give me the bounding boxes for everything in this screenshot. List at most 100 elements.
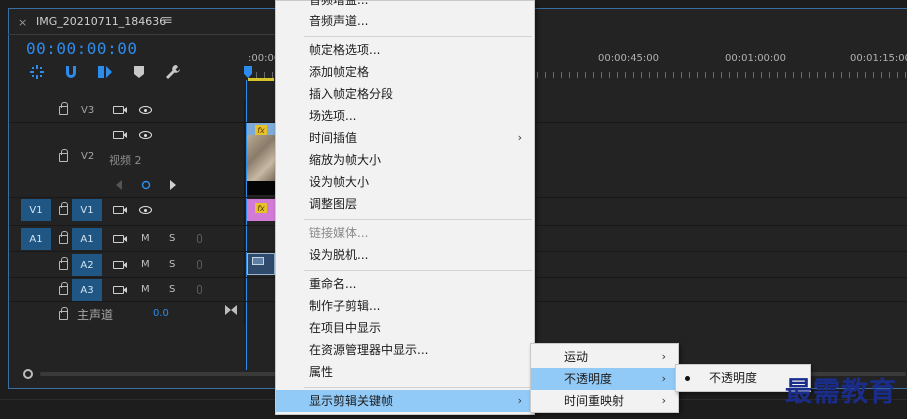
- track-target-a3[interactable]: A3: [72, 279, 102, 301]
- submenu-arrow-icon: ›: [661, 350, 666, 363]
- tab-divider: [8, 34, 275, 35]
- panel-menu-icon[interactable]: ≡: [162, 13, 173, 28]
- menu-item-scale-to-frame-size[interactable]: 缩放为帧大小: [276, 149, 534, 171]
- master-end-marker-icon: [225, 305, 237, 315]
- lock-track-a1-icon[interactable]: [59, 231, 68, 244]
- sync-lock-a3-icon[interactable]: [113, 286, 127, 294]
- track-target-v1[interactable]: V1: [72, 199, 102, 221]
- submenu-item-opacity[interactable]: 不透明度 ›: [531, 368, 678, 390]
- submenu-arrow-icon: ›: [661, 372, 666, 385]
- insert-sequence-nest-icon[interactable]: [28, 63, 46, 81]
- menu-item-set-to-frame-size[interactable]: 设为帧大小: [276, 171, 534, 193]
- menu-item-frame-hold-options[interactable]: 帧定格选项...: [276, 39, 534, 61]
- submenu-arrow-icon: ›: [661, 394, 666, 407]
- mute-a1-button[interactable]: M: [141, 233, 150, 244]
- sync-lock-v2-icon[interactable]: [113, 131, 127, 139]
- clip-context-menu: 音频增益... 音频声道... 帧定格选项... 添加帧定格 插入帧定格分段 场…: [275, 0, 535, 415]
- lock-master-icon[interactable]: [59, 307, 68, 320]
- ruler-label: 00:00:45:00: [598, 53, 660, 64]
- menu-item-adjustment-layer[interactable]: 调整图层: [276, 193, 534, 215]
- menu-item-link-media: 链接媒体...: [309, 226, 369, 240]
- menu-item-reveal-in-project[interactable]: 在项目中显示: [276, 317, 534, 339]
- solo-a2-button[interactable]: S: [169, 259, 175, 270]
- lock-track-v3-icon[interactable]: [59, 102, 68, 115]
- submenu-item-time-remapping[interactable]: 时间重映射 ›: [531, 390, 678, 412]
- v2-clip[interactable]: fx: [247, 123, 275, 195]
- lock-track-v1-icon[interactable]: [59, 202, 68, 215]
- mute-a3-button[interactable]: M: [141, 284, 150, 295]
- menu-separator: [304, 219, 532, 220]
- menu-item-make-offline[interactable]: 设为脱机...: [276, 244, 534, 266]
- v2-clip-thumbnail: [247, 135, 275, 181]
- master-volume-value[interactable]: 0.0: [153, 308, 169, 319]
- menu-item-field-options[interactable]: 场选项...: [276, 105, 534, 127]
- toggle-output-v1-eye-icon[interactable]: [139, 206, 152, 214]
- track-target-a1[interactable]: A1: [72, 228, 102, 250]
- lock-track-a3-icon[interactable]: [59, 282, 68, 295]
- sequence-tab-title[interactable]: IMG_20210711_184636: [36, 15, 166, 28]
- scrollbar-handle[interactable]: [23, 369, 33, 379]
- menu-item-insert-frame-hold-segment[interactable]: 插入帧定格分段: [276, 83, 534, 105]
- a2-clip[interactable]: [247, 253, 275, 275]
- menu-item-audio-channels[interactable]: 音频声道...: [276, 10, 534, 32]
- voice-over-a1-mic-icon[interactable]: [197, 234, 202, 243]
- solo-a1-button[interactable]: S: [169, 233, 175, 244]
- add-marker-icon[interactable]: [130, 63, 148, 81]
- menu-item-label: 运动: [564, 350, 589, 364]
- sync-lock-v1-icon[interactable]: [113, 206, 127, 214]
- previous-keyframe-icon[interactable]: [115, 180, 123, 190]
- work-area-bar[interactable]: [248, 78, 274, 81]
- toggle-output-v3-eye-icon[interactable]: [139, 106, 152, 114]
- menu-item-time-interpolation[interactable]: 时间插值 ›: [276, 127, 534, 149]
- next-keyframe-icon[interactable]: [169, 180, 177, 190]
- add-keyframe-icon[interactable]: [141, 180, 151, 190]
- menu-item-add-frame-hold[interactable]: 添加帧定格: [276, 61, 534, 83]
- header-edge: [244, 100, 245, 326]
- mute-a2-button[interactable]: M: [141, 259, 150, 270]
- menu-separator: [304, 36, 532, 37]
- lock-track-a2-icon[interactable]: [59, 257, 68, 270]
- menu-item-label: 时间重映射: [564, 394, 625, 408]
- source-patch-a1[interactable]: A1: [21, 228, 51, 250]
- time-ruler-ticks[interactable]: [537, 72, 907, 78]
- sync-lock-a1-icon[interactable]: [113, 235, 127, 243]
- ruler-label: 00:01:15:00: [850, 53, 907, 64]
- voice-over-a2-mic-icon[interactable]: [197, 260, 202, 269]
- fx-badge-v2: fx: [255, 125, 267, 135]
- v1-clip[interactable]: fx: [247, 199, 275, 221]
- menu-separator: [304, 270, 532, 271]
- close-tab-icon[interactable]: ×: [18, 16, 27, 29]
- submenu-item-motion[interactable]: 运动 ›: [531, 346, 678, 368]
- track-label-v2[interactable]: V2: [81, 151, 94, 162]
- source-patch-v1[interactable]: V1: [21, 199, 51, 221]
- menu-item-show-clip-keyframes[interactable]: 显示剪辑关键帧 ›: [276, 390, 534, 412]
- track-name-v2[interactable]: 视频 2: [109, 152, 142, 168]
- playhead-timecode[interactable]: 00:00:00:00: [26, 39, 137, 58]
- premiere-window: × IMG_20210711_184636 ≡ 00:00:00:00 :00:…: [0, 0, 907, 419]
- menu-item-reveal-in-explorer[interactable]: 在资源管理器中显示...: [276, 339, 534, 361]
- menu-item-rename[interactable]: 重命名...: [276, 273, 534, 295]
- menu-separator: [304, 387, 532, 388]
- menu-item-label: 时间插值: [309, 131, 358, 145]
- toggle-output-v2-eye-icon[interactable]: [139, 131, 152, 139]
- menu-item-label: 不透明度: [564, 372, 613, 386]
- watermark-logo: 最需教育: [785, 377, 897, 408]
- track-label-v3[interactable]: V3: [81, 105, 94, 116]
- timeline-settings-wrench-icon[interactable]: [164, 63, 182, 81]
- submenu-arrow-icon: ›: [517, 131, 522, 144]
- menu-item-label: 不透明度: [709, 371, 758, 385]
- menu-item-make-subclip[interactable]: 制作子剪辑...: [276, 295, 534, 317]
- solo-a3-button[interactable]: S: [169, 284, 175, 295]
- voice-over-a3-mic-icon[interactable]: [197, 285, 202, 294]
- fx-badge-v1: fx: [255, 203, 267, 213]
- lock-track-v2-icon[interactable]: [59, 149, 68, 162]
- sync-lock-v3-icon[interactable]: [113, 106, 127, 114]
- snap-magnet-icon[interactable]: [62, 63, 80, 81]
- track-target-a2[interactable]: A2: [72, 254, 102, 276]
- menu-item-properties[interactable]: 属性: [276, 361, 534, 383]
- sync-lock-a2-icon[interactable]: [113, 261, 127, 269]
- ruler-label: 00:01:00:00: [725, 53, 787, 64]
- submenu-arrow-icon: ›: [517, 394, 522, 407]
- linked-selection-icon[interactable]: [96, 63, 114, 81]
- a2-clip-fx-icon: [252, 257, 264, 265]
